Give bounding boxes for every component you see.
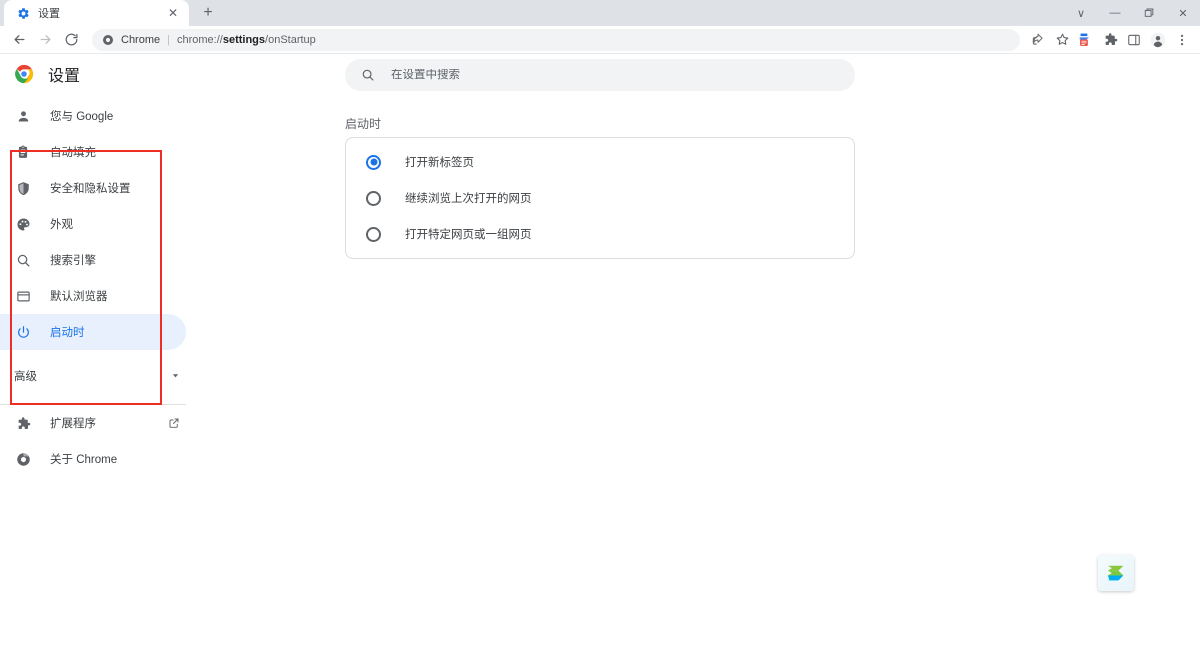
sidebar-item-label: 扩展程序 <box>50 418 96 430</box>
sidebar-item-label: 关于 Chrome <box>50 454 118 466</box>
reload-icon[interactable] <box>58 27 84 53</box>
seo-tool-logo[interactable] <box>1098 555 1134 591</box>
sidebar-item-about-chrome[interactable]: 关于 Chrome <box>0 441 200 477</box>
browser-window: 设置 ✕ + ∨ — ✕ Chrome | chrome://settings/… <box>0 0 1200 645</box>
settings-sidebar: 设置 您与 Google 自动填充 安全和隐私设置 外观 搜索引擎 默认浏览器 … <box>0 54 200 645</box>
puzzle-extensions-icon[interactable] <box>1098 28 1122 52</box>
back-icon[interactable] <box>6 27 32 53</box>
tab-strip: 设置 ✕ + ∨ — ✕ <box>0 0 1200 26</box>
sidebar-item-extensions[interactable]: 扩展程序 <box>0 405 200 441</box>
shield-icon <box>14 179 32 197</box>
option-label: 打开新标签页 <box>405 157 474 169</box>
startup-option-new-tab[interactable]: 打开新标签页 <box>346 144 854 180</box>
url-suffix: /onStartup <box>265 33 316 46</box>
tab-title: 设置 <box>38 8 60 20</box>
sidebar-item-label: 搜索引擎 <box>50 255 96 267</box>
seo-extension-icon[interactable] <box>1074 28 1098 52</box>
minimize-icon[interactable]: — <box>1098 0 1132 26</box>
profile-avatar-icon[interactable] <box>1146 28 1170 52</box>
chevron-down-icon <box>171 371 180 382</box>
search-icon <box>361 68 375 82</box>
omnibox-url: chrome://settings/onStartup <box>177 34 316 46</box>
option-label: 打开特定网页或一组网页 <box>405 229 532 241</box>
sidebar-item-label: 启动时 <box>50 327 85 339</box>
startup-options-card: 打开新标签页 继续浏览上次打开的网页 打开特定网页或一组网页 <box>345 137 855 259</box>
clipboard-icon <box>14 143 32 161</box>
startup-option-continue[interactable]: 继续浏览上次打开的网页 <box>346 180 854 216</box>
omnibox-separator: | <box>167 33 170 46</box>
palette-icon <box>14 215 32 233</box>
open-in-new-icon[interactable] <box>168 417 180 429</box>
url-bold: settings <box>222 33 266 46</box>
chrome-page-icon <box>102 34 114 46</box>
option-label: 继续浏览上次打开的网页 <box>405 193 532 205</box>
sidebar-item-default-browser[interactable]: 默认浏览器 <box>0 278 186 314</box>
chrome-grey-icon <box>14 450 32 468</box>
side-panel-icon[interactable] <box>1122 28 1146 52</box>
window-controls: ∨ — ✕ <box>1064 0 1200 26</box>
maximize-icon[interactable] <box>1132 0 1166 26</box>
share-icon[interactable] <box>1026 28 1050 52</box>
search-input[interactable] <box>391 69 839 81</box>
person-icon <box>14 107 32 125</box>
bookmark-star-icon[interactable] <box>1050 28 1074 52</box>
forward-icon <box>32 27 58 53</box>
sidebar-nav-list: 您与 Google 自动填充 安全和隐私设置 外观 搜索引擎 默认浏览器 启动时 <box>0 98 200 350</box>
radio-button[interactable] <box>366 190 381 206</box>
sidebar-item-autofill[interactable]: 自动填充 <box>0 134 186 170</box>
startup-option-specific-pages[interactable]: 打开特定网页或一组网页 <box>346 216 854 252</box>
settings-header: 设置 <box>0 54 200 94</box>
url-prefix: chrome:// <box>176 33 223 46</box>
sidebar-item-appearance[interactable]: 外观 <box>0 206 186 242</box>
browser-tab-settings[interactable]: 设置 ✕ <box>4 0 189 26</box>
section-heading: 启动时 <box>345 117 382 131</box>
sidebar-item-on-startup[interactable]: 启动时 <box>0 314 186 350</box>
browser-window-icon <box>14 287 32 305</box>
close-icon[interactable]: ✕ <box>165 5 181 21</box>
page-title: 设置 <box>48 68 81 85</box>
three-dot-menu-icon[interactable] <box>1170 28 1194 52</box>
power-icon <box>14 323 32 341</box>
radio-button-selected[interactable] <box>366 154 381 170</box>
sidebar-item-label: 安全和隐私设置 <box>50 183 131 195</box>
puzzle-icon <box>14 414 32 432</box>
sidebar-item-label: 外观 <box>50 219 73 231</box>
search-icon <box>14 251 32 269</box>
settings-page: 设置 您与 Google 自动填充 安全和隐私设置 外观 搜索引擎 默认浏览器 … <box>0 54 1200 645</box>
sidebar-item-label: 自动填充 <box>50 147 96 159</box>
close-window-icon[interactable]: ✕ <box>1166 0 1200 26</box>
sidebar-item-label: 默认浏览器 <box>50 291 108 303</box>
sidebar-item-search-engine[interactable]: 搜索引擎 <box>0 242 186 278</box>
search-settings-bar[interactable] <box>345 59 855 91</box>
new-tab-button[interactable]: + <box>195 0 221 26</box>
chrome-logo <box>14 64 34 84</box>
omnibox-chip-label: Chrome <box>121 33 161 46</box>
address-bar[interactable]: Chrome | chrome://settings/onStartup <box>92 28 1020 51</box>
radio-button[interactable] <box>366 226 381 242</box>
sidebar-advanced-toggle[interactable]: 高级 <box>0 358 200 394</box>
settings-main-content: 启动时 打开新标签页 继续浏览上次打开的网页 打开特定网页或一组网页 <box>200 54 1200 645</box>
sidebar-item-you-and-google[interactable]: 您与 Google <box>0 98 186 134</box>
tab-search-icon[interactable]: ∨ <box>1064 0 1098 26</box>
browser-toolbar: Chrome | chrome://settings/onStartup <box>0 26 1200 54</box>
gear-icon <box>16 6 30 20</box>
advanced-label: 高级 <box>14 371 37 383</box>
sidebar-item-privacy-security[interactable]: 安全和隐私设置 <box>0 170 186 206</box>
sidebar-item-label: 您与 Google <box>50 111 114 123</box>
